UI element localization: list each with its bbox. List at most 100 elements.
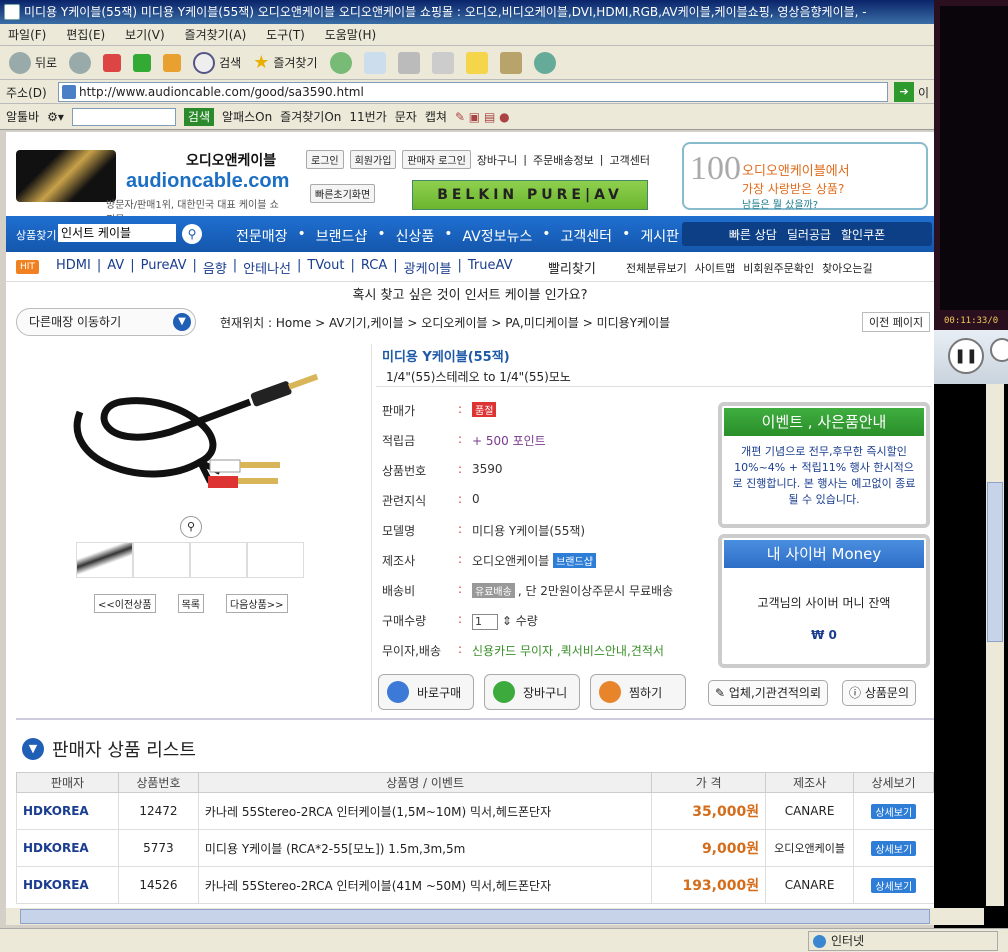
- capture-button[interactable]: 캡쳐: [425, 108, 447, 125]
- product-list-button[interactable]: 목록: [177, 594, 204, 613]
- eleven-street-button[interactable]: 11번가: [349, 108, 386, 125]
- nav-item-new[interactable]: 신상품: [396, 226, 435, 246]
- quick-consult-link[interactable]: 빠른 상담: [729, 226, 777, 243]
- nav-item-brand[interactable]: 브랜드샵: [316, 226, 368, 246]
- installment-links[interactable]: 신용카드 무이자 ,퀵서비스안내,견적서: [472, 642, 664, 659]
- brandshop-badge[interactable]: 브랜드샵: [553, 553, 596, 568]
- seller-name[interactable]: HDKOREA: [16, 792, 119, 830]
- notes-button[interactable]: [463, 50, 491, 76]
- address-input[interactable]: http://www.audioncable.com/good/sa3590.h…: [58, 82, 888, 102]
- dealer-link[interactable]: 딜러공급: [787, 226, 831, 243]
- seller-name[interactable]: HDKOREA: [16, 829, 119, 867]
- category-rca[interactable]: RCA: [361, 258, 387, 277]
- menu-favorites[interactable]: 즐겨찾기(A): [177, 24, 255, 46]
- category-pureav[interactable]: PureAV: [141, 258, 187, 277]
- seller-name[interactable]: HDKOREA: [16, 866, 119, 904]
- promo-banner[interactable]: 100 오디오앤케이블에서 가장 사랑받은 상품? 남들은 뭘 샀을까?: [682, 142, 928, 211]
- refresh-button[interactable]: [130, 50, 154, 76]
- category-hdmi[interactable]: HDMI: [56, 258, 91, 277]
- thumbnail-1[interactable]: [76, 542, 133, 578]
- thumbnail-4[interactable]: [247, 542, 304, 578]
- tools-icon[interactable]: ⚙▾: [47, 110, 64, 124]
- product-link[interactable]: 카나레 55Stereo-2RCA 인터케이블(1,5M~10M) 믹서,헤드폰…: [197, 792, 652, 830]
- search-icon[interactable]: ⚲: [182, 224, 202, 244]
- quick-reset-button[interactable]: 빠른초기화면: [310, 184, 376, 203]
- history-button[interactable]: [327, 50, 355, 76]
- home-button[interactable]: [160, 50, 184, 76]
- research-button[interactable]: [497, 50, 525, 76]
- misc-icons[interactable]: ✎ ▣ ▤ ●: [455, 110, 510, 124]
- category-tvout[interactable]: TVout: [307, 258, 344, 277]
- prev-page-button[interactable]: 이전 페이지: [862, 312, 931, 332]
- product-inquiry-button[interactable]: ⓘ 상품문의: [842, 680, 916, 706]
- print-button[interactable]: [395, 50, 423, 76]
- order-info-link[interactable]: 주문배송정보: [533, 152, 594, 168]
- next-product-button[interactable]: 다음상품>>: [225, 594, 288, 613]
- edit-button[interactable]: [429, 50, 457, 76]
- guest-order-link[interactable]: 비회원주문확인: [743, 260, 814, 276]
- product-link[interactable]: 카나레 55Stereo-2RCA 인터케이블(41M ~50M) 믹서,헤드폰…: [197, 866, 652, 904]
- forward-button[interactable]: [66, 50, 94, 76]
- menu-help[interactable]: 도움말(H): [317, 24, 385, 46]
- stop-button[interactable]: [100, 50, 124, 76]
- cart-link[interactable]: 장바구니: [477, 152, 517, 168]
- login-button[interactable]: 로그인: [306, 150, 344, 169]
- quote-request-button[interactable]: ✎ 업체,기관견적의뢰: [708, 680, 829, 706]
- menu-view[interactable]: 보기(V): [117, 24, 173, 46]
- horizontal-scrollbar[interactable]: [6, 908, 984, 925]
- menu-tools[interactable]: 도구(T): [258, 24, 313, 46]
- product-image[interactable]: [60, 352, 320, 512]
- go-button[interactable]: ➔: [894, 82, 914, 102]
- sms-button[interactable]: 문자: [395, 108, 417, 125]
- alpass-button[interactable]: 알패스On: [222, 108, 272, 125]
- site-logo[interactable]: 오디오앤케이블 audioncable.com 방문자/판매1위, 대한민국 대…: [16, 140, 289, 226]
- wishlist-button[interactable]: 찜하기: [590, 674, 686, 710]
- product-link[interactable]: 미디용 Y케이블 (RCA*2-55[모노]) 1.5m,3m,5m: [197, 829, 652, 867]
- belkin-banner[interactable]: BELKIN PURE|AV: [412, 180, 648, 210]
- prev-product-button[interactable]: <<이전상품: [94, 594, 156, 613]
- category-optical[interactable]: 광케이블: [404, 258, 452, 277]
- store-move-dropdown[interactable]: 다른매장 이동하기 ▼: [16, 308, 196, 336]
- all-categories-link[interactable]: 전체분류보기: [626, 260, 687, 276]
- messenger-button[interactable]: [531, 50, 559, 76]
- nav-item-specialty[interactable]: 전문매장: [236, 226, 288, 246]
- toolbar-search-button[interactable]: 검색: [183, 107, 214, 126]
- buy-now-button[interactable]: 바로구매: [378, 674, 474, 710]
- sitemap-link[interactable]: 사이트맵: [695, 260, 735, 276]
- stop-button[interactable]: [990, 338, 1008, 362]
- add-cart-button[interactable]: 장바구니: [484, 674, 580, 710]
- quantity-stepper[interactable]: 1: [472, 614, 498, 630]
- pause-button[interactable]: ❚❚: [948, 338, 984, 374]
- category-av[interactable]: AV: [107, 258, 124, 277]
- detail-button[interactable]: 상세보기: [871, 840, 917, 856]
- thumbnail-2[interactable]: [133, 542, 190, 578]
- nav-item-news[interactable]: AV정보뉴스: [463, 226, 533, 246]
- altoolbar-button[interactable]: 알툴바: [6, 108, 39, 125]
- menu-file[interactable]: 파일(F): [0, 24, 54, 46]
- detail-button[interactable]: 상세보기: [871, 877, 917, 893]
- event-title[interactable]: 이벤트 , 사은품안내: [724, 408, 924, 436]
- toolbar-search-input[interactable]: [71, 107, 176, 126]
- menu-edit[interactable]: 편집(E): [58, 24, 113, 46]
- scroll-thumb[interactable]: [987, 482, 1003, 642]
- customer-center-link[interactable]: 고객센터: [609, 152, 649, 168]
- nav-item-cs[interactable]: 고객센터: [561, 226, 613, 246]
- coupon-link[interactable]: 할인쿠폰: [841, 226, 885, 243]
- favorites-on-button[interactable]: 즐겨찾기On: [280, 108, 341, 125]
- directions-link[interactable]: 찾아오는길: [822, 260, 873, 276]
- quick-find-link[interactable]: 빨리찾기: [548, 258, 596, 277]
- mail-button[interactable]: [361, 50, 389, 76]
- category-antenna[interactable]: 안테나선: [243, 258, 291, 277]
- thumbnail-3[interactable]: [190, 542, 247, 578]
- seller-login-button[interactable]: 판매자 로그인: [402, 150, 471, 169]
- detail-button[interactable]: 상세보기: [871, 803, 917, 819]
- join-button[interactable]: 회원가입: [349, 150, 397, 169]
- scroll-thumb[interactable]: [20, 909, 930, 924]
- category-trueav[interactable]: TrueAV: [468, 258, 513, 277]
- favorites-button[interactable]: ★ 즐겨찾기: [250, 50, 320, 76]
- category-audio[interactable]: 음향: [203, 258, 227, 277]
- zoom-icon[interactable]: ⚲: [180, 516, 202, 538]
- back-button[interactable]: 뒤로: [6, 50, 60, 76]
- search-button[interactable]: 검색: [190, 50, 244, 76]
- product-search-input[interactable]: 인서트 케이블: [58, 224, 176, 242]
